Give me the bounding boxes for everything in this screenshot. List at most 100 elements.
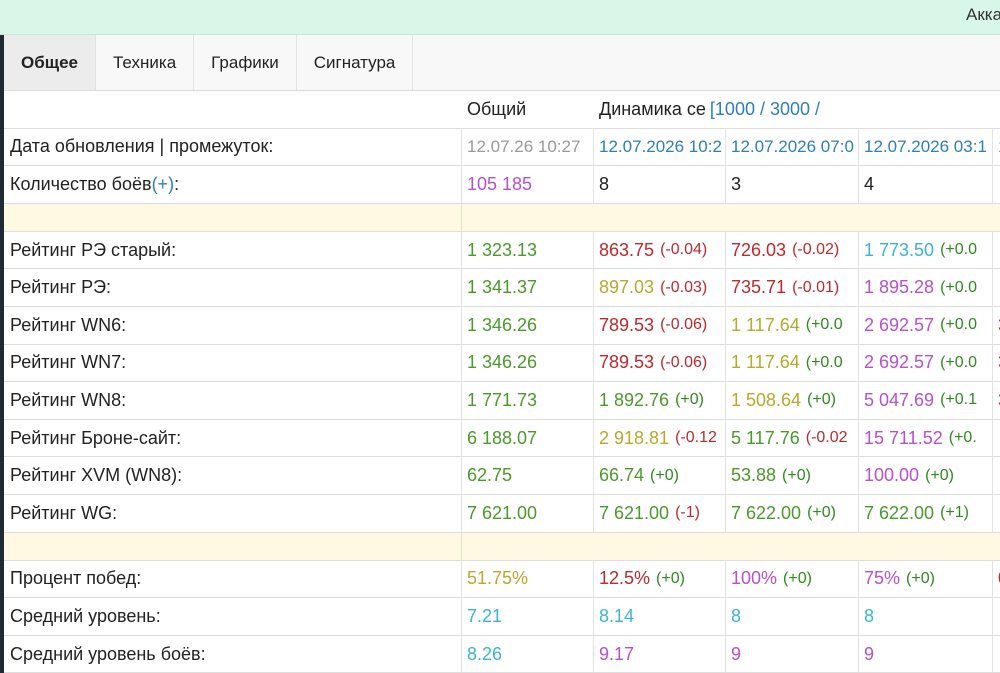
tab-tech[interactable]: Техника [96, 35, 195, 90]
row-label: Рейтинг Броне-сайт: [4, 419, 462, 457]
delta-value: (+0.0 [940, 278, 977, 296]
rating-row: Рейтинг WN7: 1 346.26 789.53 (-0.06) 1 117.6… [4, 344, 1000, 383]
value-cell: 100% (+0) [726, 560, 859, 598]
label-colon: : [174, 173, 180, 194]
value-cell: 0 [993, 561, 1000, 598]
value-cell: 1 323.13 [462, 231, 594, 269]
update-date-col1: 12.07.2026 10:2 [594, 128, 726, 166]
value-cell: 897.03 (-0.03) [594, 269, 726, 306]
rating-row: Рейтинг РЭ: 1 341.37 897.03 (-0.03) 735.71 (-… [4, 269, 1000, 307]
value: 1 895.28 [864, 277, 935, 298]
header-dynamics: Динамика се [1000 / 3000 / [594, 91, 994, 128]
stats-table: Общий Динамика се [1000 / 3000 / Дата обн… [4, 91, 1000, 673]
rating-row: Рейтинг WN8: 1 771.73 1 892.76 (+0) 1 508.64… [4, 382, 1000, 420]
value-cell: 7 621.00 [462, 494, 594, 532]
value: 12.5% [599, 568, 651, 589]
value-cell [993, 495, 1000, 532]
misc-rows-group: Процент побед: 51.75% 12.5% (+0) 100% (+0) 75%… [4, 560, 1000, 673]
rating-row: Рейтинг WN6: 1 346.26 789.53 (-0.06) 1 117.6… [4, 306, 1000, 345]
value-cell: 15 711.52 (+0. [859, 419, 993, 457]
tab-signature[interactable]: Сигнатура [297, 35, 414, 90]
value: 1 771.73 [467, 389, 538, 410]
delta-value: (-0.01) [792, 278, 840, 296]
delta-value: (+0) [807, 391, 836, 409]
delta-value: (+0.0 [805, 316, 843, 334]
dynamics-period-link[interactable]: [1000 / 3000 / [710, 99, 820, 120]
row-label: Рейтинг WG: [4, 494, 462, 532]
update-date-col2: 12.07.2026 07:0 [726, 128, 859, 166]
value: 7 621.00 [599, 502, 670, 523]
row-label: Рейтинг РЭ старый: [4, 231, 462, 269]
row-label: Количество боёв (+): [4, 166, 462, 203]
stat-row: Процент побед: 51.75% 12.5% (+0) 100% (+0) 75%… [4, 560, 1000, 599]
value-cell: 7 621.00 (-1) [594, 494, 726, 532]
tab-charts[interactable]: Графики [194, 35, 297, 90]
value: 1 117.64 [731, 314, 800, 335]
value-cell: 6 188.07 [462, 419, 594, 457]
value-cell: 62.75 [462, 457, 594, 494]
value-cell [993, 598, 1000, 635]
delta-value: (+0.0 [940, 241, 977, 259]
delta-value: (-0.03) [660, 278, 708, 296]
delta-value: (-0.06) [660, 353, 708, 371]
value-cell: 51.75% [462, 560, 594, 598]
battles-total: 105 185 [462, 166, 594, 203]
value-cell: 7 622.00 (+1) [859, 494, 993, 532]
delta-value: (-0.04) [660, 241, 708, 259]
value: 9 [731, 643, 742, 664]
value: 1 117.64 [731, 352, 800, 373]
battles-col2: 3 [726, 166, 859, 203]
stat-row: Средний уровень боёв: 8.26 9.17 9 9 [4, 635, 1000, 673]
separator-row [4, 203, 1000, 232]
value: 2 918.81 [599, 427, 670, 448]
delta-value: (-0.02 [805, 429, 848, 447]
add-battles-link[interactable]: (+) [152, 174, 175, 195]
value: 15 711.52 [864, 427, 943, 448]
separator-cell [4, 203, 462, 231]
value-cell: 1 508.64 (+0) [726, 382, 859, 419]
value-cell: 53.88 (+0) [726, 457, 859, 494]
stat-row: Средний уровень: 7.21 8.14 8 8 [4, 598, 1000, 636]
value: 863.75 [599, 239, 655, 260]
value-cell: 3 [993, 345, 1000, 382]
row-label: Процент побед: [4, 560, 462, 598]
delta-value: (+0.0 [940, 316, 977, 334]
value: 1 323.13 [467, 239, 538, 260]
value-cell: 1 346.26 [462, 306, 594, 344]
value: 735.71 [731, 277, 787, 298]
delta-value: (+1) [940, 504, 969, 522]
row-label: Рейтинг XVM (WN8): [4, 457, 462, 494]
tab-general[interactable]: Общее [4, 35, 96, 90]
value-cell: 789.53 (-0.06) [594, 306, 726, 344]
separator-cell [4, 532, 462, 560]
value-cell: 1 117.64 (+0.0 [726, 306, 859, 344]
battles-col1: 8 [594, 166, 726, 203]
value-cell: 726.03 (-0.02) [726, 231, 859, 269]
row-label: Средний уровень: [4, 598, 462, 635]
value: 1 346.26 [467, 352, 538, 373]
delta-value: (+0) [925, 466, 954, 484]
value: 789.53 [599, 352, 655, 373]
row-label: Рейтинг WN7: [4, 344, 462, 382]
update-date-col4: 1 [993, 129, 1000, 166]
header-total: Общий [467, 98, 527, 119]
delta-value: (+0) [783, 569, 812, 587]
value: 8 [864, 605, 875, 626]
value: 8.14 [599, 605, 635, 626]
value: 2 692.57 [864, 314, 935, 335]
account-link[interactable]: Акка [966, 5, 1000, 25]
value-cell: 8.14 [594, 598, 726, 635]
header-empty-cell [4, 91, 462, 128]
value: 1 341.37 [467, 277, 538, 298]
value-cell: 1 771.73 [462, 382, 594, 419]
value-cell: 75% (+0) [859, 560, 993, 598]
update-date-row: Дата обновления | промежуток: 12.07.26 1… [4, 128, 1000, 167]
delta-value: (+0) [906, 569, 935, 587]
value-cell: 3 [993, 307, 1000, 344]
rating-row: Рейтинг Броне-сайт: 6 188.07 2 918.81 (-0.1… [4, 419, 1000, 458]
rating-row: Рейтинг РЭ старый: 1 323.13 863.75 (-0.04) 7… [4, 231, 1000, 270]
update-date-total: 12.07.26 10:27 [462, 128, 594, 166]
update-date-col3: 12.07.2026 03:1 [859, 128, 993, 166]
value-cell: 1 346.26 [462, 344, 594, 382]
delta-value: (+0.1 [940, 391, 977, 409]
